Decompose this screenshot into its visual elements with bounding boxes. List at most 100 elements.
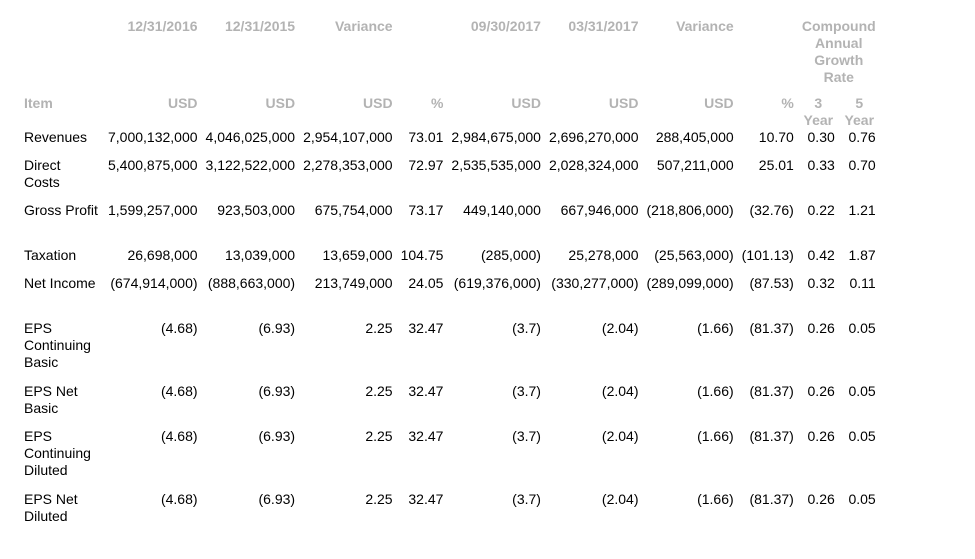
empty-header-cell: [20, 16, 104, 88]
table-cell: 2.25: [365, 491, 393, 507]
table-cell: (1.66): [697, 383, 734, 399]
row-label: Net Income: [24, 275, 96, 291]
period-header: Variance: [334, 18, 393, 34]
table-cell: 0.05: [848, 320, 876, 336]
table-cell: (289,099,000): [646, 275, 734, 291]
table-cell: 2,954,107,000: [303, 129, 393, 145]
row-label: Revenues: [24, 129, 88, 145]
table-cell: 667,946,000: [560, 202, 639, 218]
row-label: Gross Profit: [24, 202, 98, 218]
table-cell: (81.37): [749, 428, 794, 444]
table-cell: 5,400,875,000: [108, 157, 198, 173]
row-label: Direct Costs: [24, 157, 61, 190]
table-cell: (6.93): [258, 428, 296, 444]
table-cell: (2.04): [601, 491, 639, 507]
financial-table: 12/31/2016 12/31/2015 Variance 09/30/201…: [20, 16, 880, 531]
table-cell: 26,698,000: [127, 247, 198, 263]
table-cell: 0.42: [807, 247, 835, 263]
table-cell: 32.47: [408, 491, 444, 507]
table-cell: 449,140,000: [463, 202, 541, 218]
table-body: Revenues 7,000,132,000 4,046,025,000 2,954,…: [20, 129, 880, 531]
table-cell: (6.93): [258, 383, 296, 399]
financial-summary: 12/31/2016 12/31/2015 Variance 09/30/201…: [0, 0, 975, 559]
table-cell: 24.05: [408, 275, 444, 291]
row-label: EPS Net Basic: [24, 383, 78, 416]
table-cell: 2.25: [365, 320, 393, 336]
table-cell: (6.93): [258, 320, 296, 336]
unit-header: USD: [265, 95, 296, 111]
item-header: Item: [24, 95, 53, 111]
table-cell: (4.68): [160, 383, 198, 399]
period-header: 09/30/2017: [470, 18, 541, 34]
table-cell: 0.05: [848, 383, 876, 399]
table-row: EPS Continuing Basic (4.68) (6.93) 2.25 32.4…: [20, 320, 880, 383]
unit-header: USD: [608, 95, 639, 111]
table-cell: 0.22: [807, 202, 835, 218]
table-cell: 13,659,000: [322, 247, 393, 263]
period-header: 12/31/2015: [224, 18, 296, 34]
table-row: EPS Net Basic (4.68) (6.93) 2.25 32.47 (3.7) (…: [20, 383, 880, 428]
table-cell: (218,806,000): [646, 202, 734, 218]
table-cell: (1.66): [697, 491, 734, 507]
table-cell: 0.05: [848, 491, 876, 507]
table-cell: (4.68): [160, 491, 198, 507]
table-cell: (3.7): [512, 320, 541, 336]
table-cell: (81.37): [749, 491, 794, 507]
table-cell: 2,535,535,000: [451, 157, 541, 173]
table-cell: (101.13): [741, 247, 794, 263]
table-cell: 0.70: [848, 157, 876, 173]
table-cell: 0.32: [807, 275, 835, 291]
table-cell: (3.7): [512, 491, 541, 507]
table-cell: 25.01: [758, 157, 794, 173]
table-cell: 3,122,522,000: [205, 157, 296, 173]
table-cell: (888,663,000): [207, 275, 296, 291]
table-cell: (285,000): [481, 247, 541, 263]
table-cell: 32.47: [408, 383, 444, 399]
table-cell: (2.04): [601, 428, 639, 444]
cagr-3-year-header: 3 Year: [803, 95, 834, 128]
table-cell: 10.70: [758, 129, 794, 145]
table-cell: (81.37): [749, 383, 794, 399]
table-cell: 0.33: [807, 157, 835, 173]
period-header: Variance: [676, 18, 734, 34]
table-cell: 7,000,132,000: [108, 129, 198, 145]
table-cell: 507,211,000: [656, 157, 734, 173]
unit-header: USD: [704, 95, 734, 111]
table-cell: 2.25: [365, 428, 393, 444]
row-label: EPS Continuing Diluted: [24, 428, 91, 478]
table-cell: 2,028,324,000: [548, 157, 639, 173]
row-label: EPS Continuing Basic: [24, 320, 91, 370]
table-cell: (87.53): [749, 275, 794, 291]
table-cell: 25,278,000: [568, 247, 639, 263]
table-cell: 923,503,000: [217, 202, 296, 218]
table-row: Direct Costs 5,400,875,000 3,122,522,000 2,…: [20, 157, 880, 202]
unit-header: %: [430, 95, 444, 111]
table-cell: 0.11: [849, 275, 876, 291]
table-cell: 0.05: [848, 428, 876, 444]
cagr-5-year-header: 5 Year: [844, 95, 875, 128]
cagr-header: Compound Annual Growth Rate: [801, 18, 876, 85]
table-cell: 675,754,000: [314, 202, 393, 218]
table-row: Gross Profit 1,599,257,000 923,503,000 675,…: [20, 202, 880, 247]
table-cell: (4.68): [160, 428, 198, 444]
table-cell: 73.01: [408, 129, 444, 145]
table-cell: 104.75: [400, 247, 444, 263]
table-cell: (2.04): [601, 320, 639, 336]
table-cell: (4.68): [160, 320, 198, 336]
table-cell: 73.17: [408, 202, 444, 218]
period-header: 12/31/2016: [127, 18, 198, 34]
table-cell: (81.37): [749, 320, 794, 336]
table-cell: (2.04): [601, 383, 639, 399]
table-cell: 1,599,257,000: [108, 202, 198, 218]
table-cell: 1.87: [848, 247, 876, 263]
unit-header: %: [781, 95, 794, 111]
table-row: EPS Continuing Diluted (4.68) (6.93) 2.25 32…: [20, 428, 880, 491]
table-row: Net Income (674,914,000) (888,663,000) 213,…: [20, 275, 880, 320]
table-cell: 32.47: [408, 320, 444, 336]
table-cell: 2.25: [365, 383, 393, 399]
period-header: 03/31/2017: [568, 18, 639, 34]
table-cell: 213,749,000: [314, 275, 393, 291]
unit-header: USD: [167, 95, 198, 111]
period-header: [397, 16, 448, 88]
table-cell: 0.26: [807, 491, 835, 507]
